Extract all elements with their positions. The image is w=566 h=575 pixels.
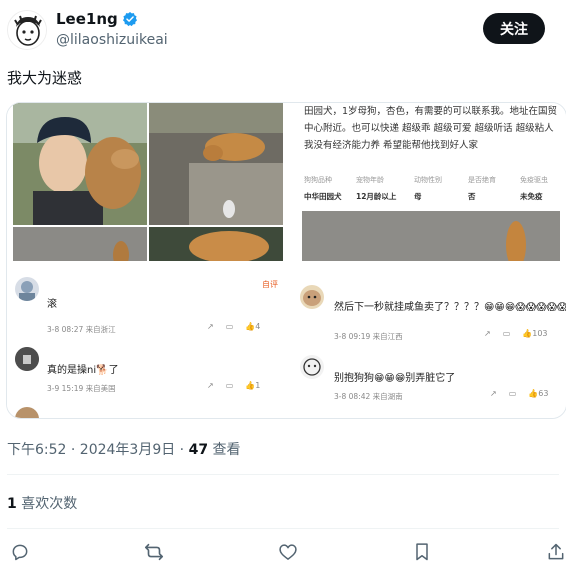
commenter-avatar	[15, 407, 39, 418]
like-button[interactable]	[277, 541, 299, 563]
info-label: 是否绝育	[468, 176, 496, 184]
post-excerpt: 田园犬，1岁母狗，杏色，有需要的可以联系我。地址在国贸中心附近。也可以快递 超级…	[304, 106, 558, 151]
comment-likes: 103	[532, 329, 548, 338]
info-value: 中华田园犬	[304, 192, 342, 201]
comment-likes: 4	[255, 322, 261, 331]
photo-dog-on-path	[149, 103, 283, 225]
info-value: 母	[414, 192, 422, 201]
info-label: 动物性别	[414, 176, 442, 184]
views-label: 查看	[208, 442, 241, 458]
bookmark-button[interactable]	[411, 541, 433, 563]
comment-likes: 1	[255, 381, 261, 390]
photo-ground	[13, 227, 147, 261]
info-label: 狗狗品种	[304, 176, 332, 184]
info-label: 宠物年龄	[356, 176, 384, 184]
likes-label: 喜欢次数	[16, 496, 78, 512]
comment-text: 真的是操ni🐕了	[47, 365, 119, 376]
verified-badge-icon	[122, 12, 137, 27]
reply-icon: ▭	[508, 389, 517, 398]
info-value: 未免疫	[520, 192, 543, 201]
reply-icon: ▭	[225, 381, 234, 390]
comment-actions: ↗ ▭ 👍1	[207, 381, 260, 390]
photo-selfie-with-dog	[13, 103, 147, 225]
divider	[7, 474, 559, 475]
media-panel-left: 自评 滚 3-8 08:27 来自浙江 ↗ ▭ 👍4 真的是操ni🐕了 3-9 …	[7, 103, 292, 418]
repost-icon	[144, 543, 164, 561]
comment-meta: 3-8 08:27 来自浙江	[47, 325, 116, 334]
commenter-avatar	[300, 285, 324, 309]
comment-text: 别抱狗狗😁😁😁别弄脏它了	[334, 373, 456, 384]
comment-meta: 3-8 08:42 来自湖南	[334, 392, 403, 401]
heart-icon	[279, 544, 297, 560]
views-count: 47	[188, 442, 209, 458]
repost-button[interactable]	[143, 541, 165, 563]
likes-summary[interactable]: 1 喜欢次数	[7, 493, 77, 513]
comment-meta: 3-9 15:19 来自美国	[47, 384, 116, 393]
like-icon: 👍1	[245, 381, 261, 390]
divider	[7, 528, 559, 529]
info-value: 否	[468, 192, 476, 201]
commenter-avatar	[15, 347, 39, 371]
share-icon: ↗	[207, 322, 214, 331]
reply-icon: ▭	[502, 329, 511, 338]
comment-actions: ↗ ▭ 👍63	[490, 389, 548, 398]
commenter-avatar	[15, 277, 39, 301]
likes-count: 1	[7, 496, 17, 512]
photo-ground-right	[302, 211, 560, 261]
share-button[interactable]	[545, 541, 566, 563]
like-icon: 👍4	[245, 322, 261, 331]
follow-button[interactable]: 关注	[483, 13, 545, 44]
commenter-avatar	[300, 355, 324, 379]
author-display-name[interactable]: Lee1ng	[56, 10, 118, 28]
comment-meta: 3-8 09:19 来自江西	[334, 332, 403, 341]
like-icon: 👍103	[522, 329, 548, 338]
tweet-media[interactable]: 自评 滚 3-8 08:27 来自浙江 ↗ ▭ 👍4 真的是操ni🐕了 3-9 …	[6, 102, 566, 419]
reply-button[interactable]	[9, 541, 31, 563]
tweet-text: 我大为迷惑	[7, 69, 83, 87]
like-icon: 👍63	[528, 389, 549, 398]
author-handle[interactable]: @lilaoshizuikeai	[56, 32, 168, 48]
photo-dog-closeup	[149, 227, 283, 261]
comment-text: 滚	[47, 299, 57, 310]
tweet-time[interactable]: 下午6:52 · 2024年3月9日 ·	[7, 442, 189, 458]
author-tag: 自评	[262, 280, 278, 289]
comment-likes: 63	[538, 389, 549, 398]
comment-actions: ↗ ▭ 👍4	[207, 322, 260, 331]
share-icon: ↗	[207, 381, 214, 390]
share-icon: ↗	[490, 389, 497, 398]
share-icon	[548, 543, 564, 560]
author-avatar[interactable]	[7, 10, 47, 50]
media-panel-right: 田园犬，1岁母狗，杏色，有需要的可以联系我。地址在国贸中心附近。也可以快递 超级…	[294, 103, 566, 418]
share-icon: ↗	[484, 329, 491, 338]
tweet-timestamp[interactable]: 下午6:52 · 2024年3月9日 · 47 查看	[7, 439, 241, 459]
reply-icon: ▭	[225, 322, 234, 331]
comment-actions: ↗ ▭ 👍103	[484, 329, 548, 338]
info-value: 12月龄以上	[356, 192, 397, 201]
comment-text: 然后下一秒就挂咸鱼卖了？？？？😁😁😁😱😱😱😱😱	[334, 302, 566, 313]
reply-icon	[12, 544, 28, 561]
bookmark-icon	[416, 543, 428, 561]
info-label: 免疫驱虫	[520, 176, 548, 184]
